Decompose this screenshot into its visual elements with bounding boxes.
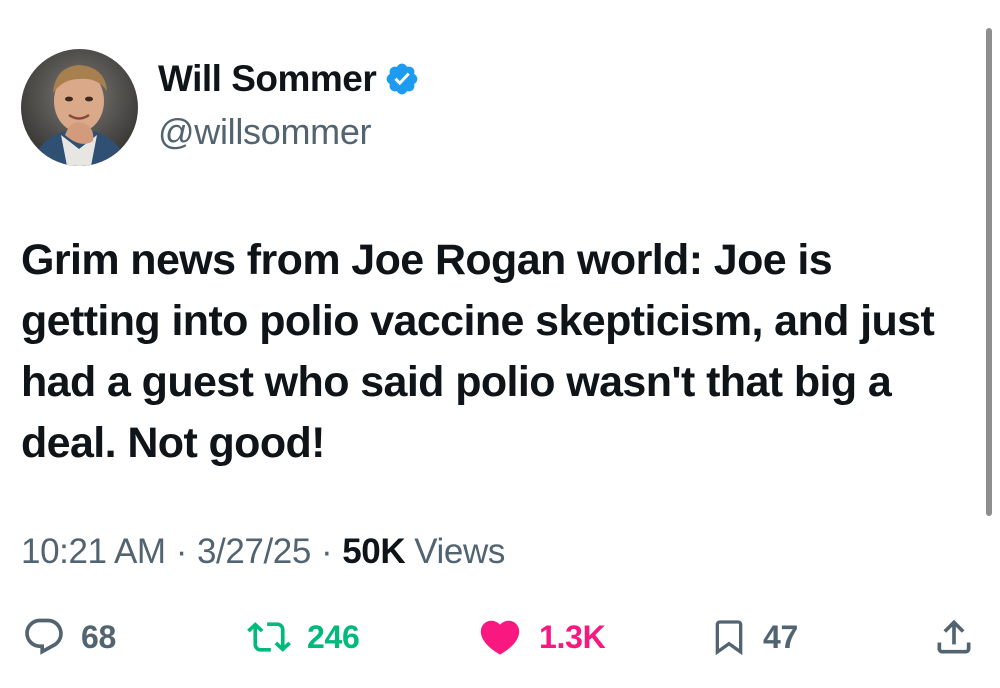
reply-icon — [25, 618, 63, 655]
like-button[interactable]: 1.3K — [475, 604, 606, 670]
tweet-meta: 10:21 AM · 3/27/25 · 50K Views — [21, 532, 505, 572]
retweet-count: 246 — [307, 618, 360, 655]
profile-photo — [21, 49, 138, 166]
bookmark-count: 47 — [763, 618, 798, 655]
author-handle[interactable]: @willsommer — [158, 111, 372, 153]
views-label: Views — [414, 532, 505, 571]
author-name[interactable]: Will Sommer — [158, 58, 377, 100]
separator-dot: · — [320, 532, 333, 571]
views-count: 50K — [342, 532, 406, 571]
tweet-date[interactable]: 3/27/25 — [197, 532, 311, 572]
share-button[interactable] — [932, 604, 976, 670]
retweet-button[interactable]: 246 — [245, 604, 360, 670]
tweet-text: Grim news from Joe Rogan world: Joe is g… — [21, 236, 935, 467]
reply-button[interactable]: 68 — [21, 604, 116, 670]
avatar[interactable] — [21, 49, 138, 166]
scrollbar[interactable] — [986, 28, 992, 516]
tweet-time[interactable]: 10:21 AM — [21, 532, 166, 572]
like-count: 1.3K — [539, 618, 606, 655]
separator-dot: · — [175, 532, 188, 571]
bookmark-icon — [715, 620, 743, 656]
bookmark-button[interactable]: 47 — [709, 604, 798, 670]
retweet-icon — [247, 622, 291, 652]
verified-badge-icon — [386, 63, 418, 95]
action-bar: 68 246 1.3K 47 — [0, 604, 1000, 670]
heart-filled-icon — [480, 620, 520, 655]
reply-count: 68 — [81, 618, 116, 655]
share-icon — [937, 619, 971, 654]
